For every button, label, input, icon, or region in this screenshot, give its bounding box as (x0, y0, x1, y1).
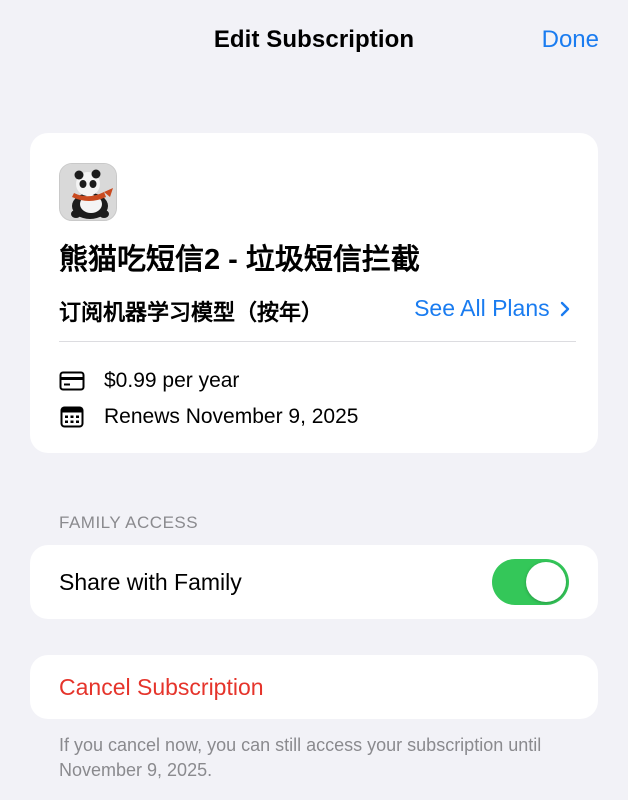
page-title: Edit Subscription (213, 26, 415, 53)
price-row: $0.99 per year (59, 368, 239, 394)
toggle-knob (526, 562, 566, 602)
see-all-plans-link[interactable]: See All Plans (414, 295, 570, 322)
panda-app-icon (59, 163, 117, 221)
credit-card-icon (59, 370, 85, 392)
divider (59, 341, 576, 342)
family-access-card: Share with Family (30, 545, 598, 619)
share-with-family-toggle[interactable] (492, 559, 569, 605)
cancel-footnote: If you cancel now, you can still access … (59, 735, 542, 780)
calendar-icon (59, 406, 85, 428)
renewal-text: Renews November 9, 2025 (104, 405, 359, 428)
price-text: $0.99 per year (104, 369, 240, 392)
cancel-subscription-label: Cancel Subscription (59, 674, 264, 700)
renewal-row: Renews November 9, 2025 (59, 404, 358, 430)
chevron-right-icon (556, 295, 570, 321)
family-access-header: FAMILY ACCESS (59, 513, 199, 532)
share-with-family-label: Share with Family (59, 569, 242, 595)
subscription-card: 熊猫吃短信2 - 垃圾短信拦截 订阅机器学习模型（按年） See All Pla… (30, 133, 598, 453)
done-button[interactable]: Done (542, 26, 599, 54)
plan-name: 订阅机器学习模型（按年） (59, 300, 324, 325)
navigation-bar: Edit Subscription Done (0, 0, 628, 84)
see-all-plans-label: See All Plans (414, 295, 550, 321)
app-name: 熊猫吃短信2 - 垃圾短信拦截 (59, 244, 420, 276)
cancel-subscription-button[interactable]: Cancel Subscription (30, 655, 598, 719)
